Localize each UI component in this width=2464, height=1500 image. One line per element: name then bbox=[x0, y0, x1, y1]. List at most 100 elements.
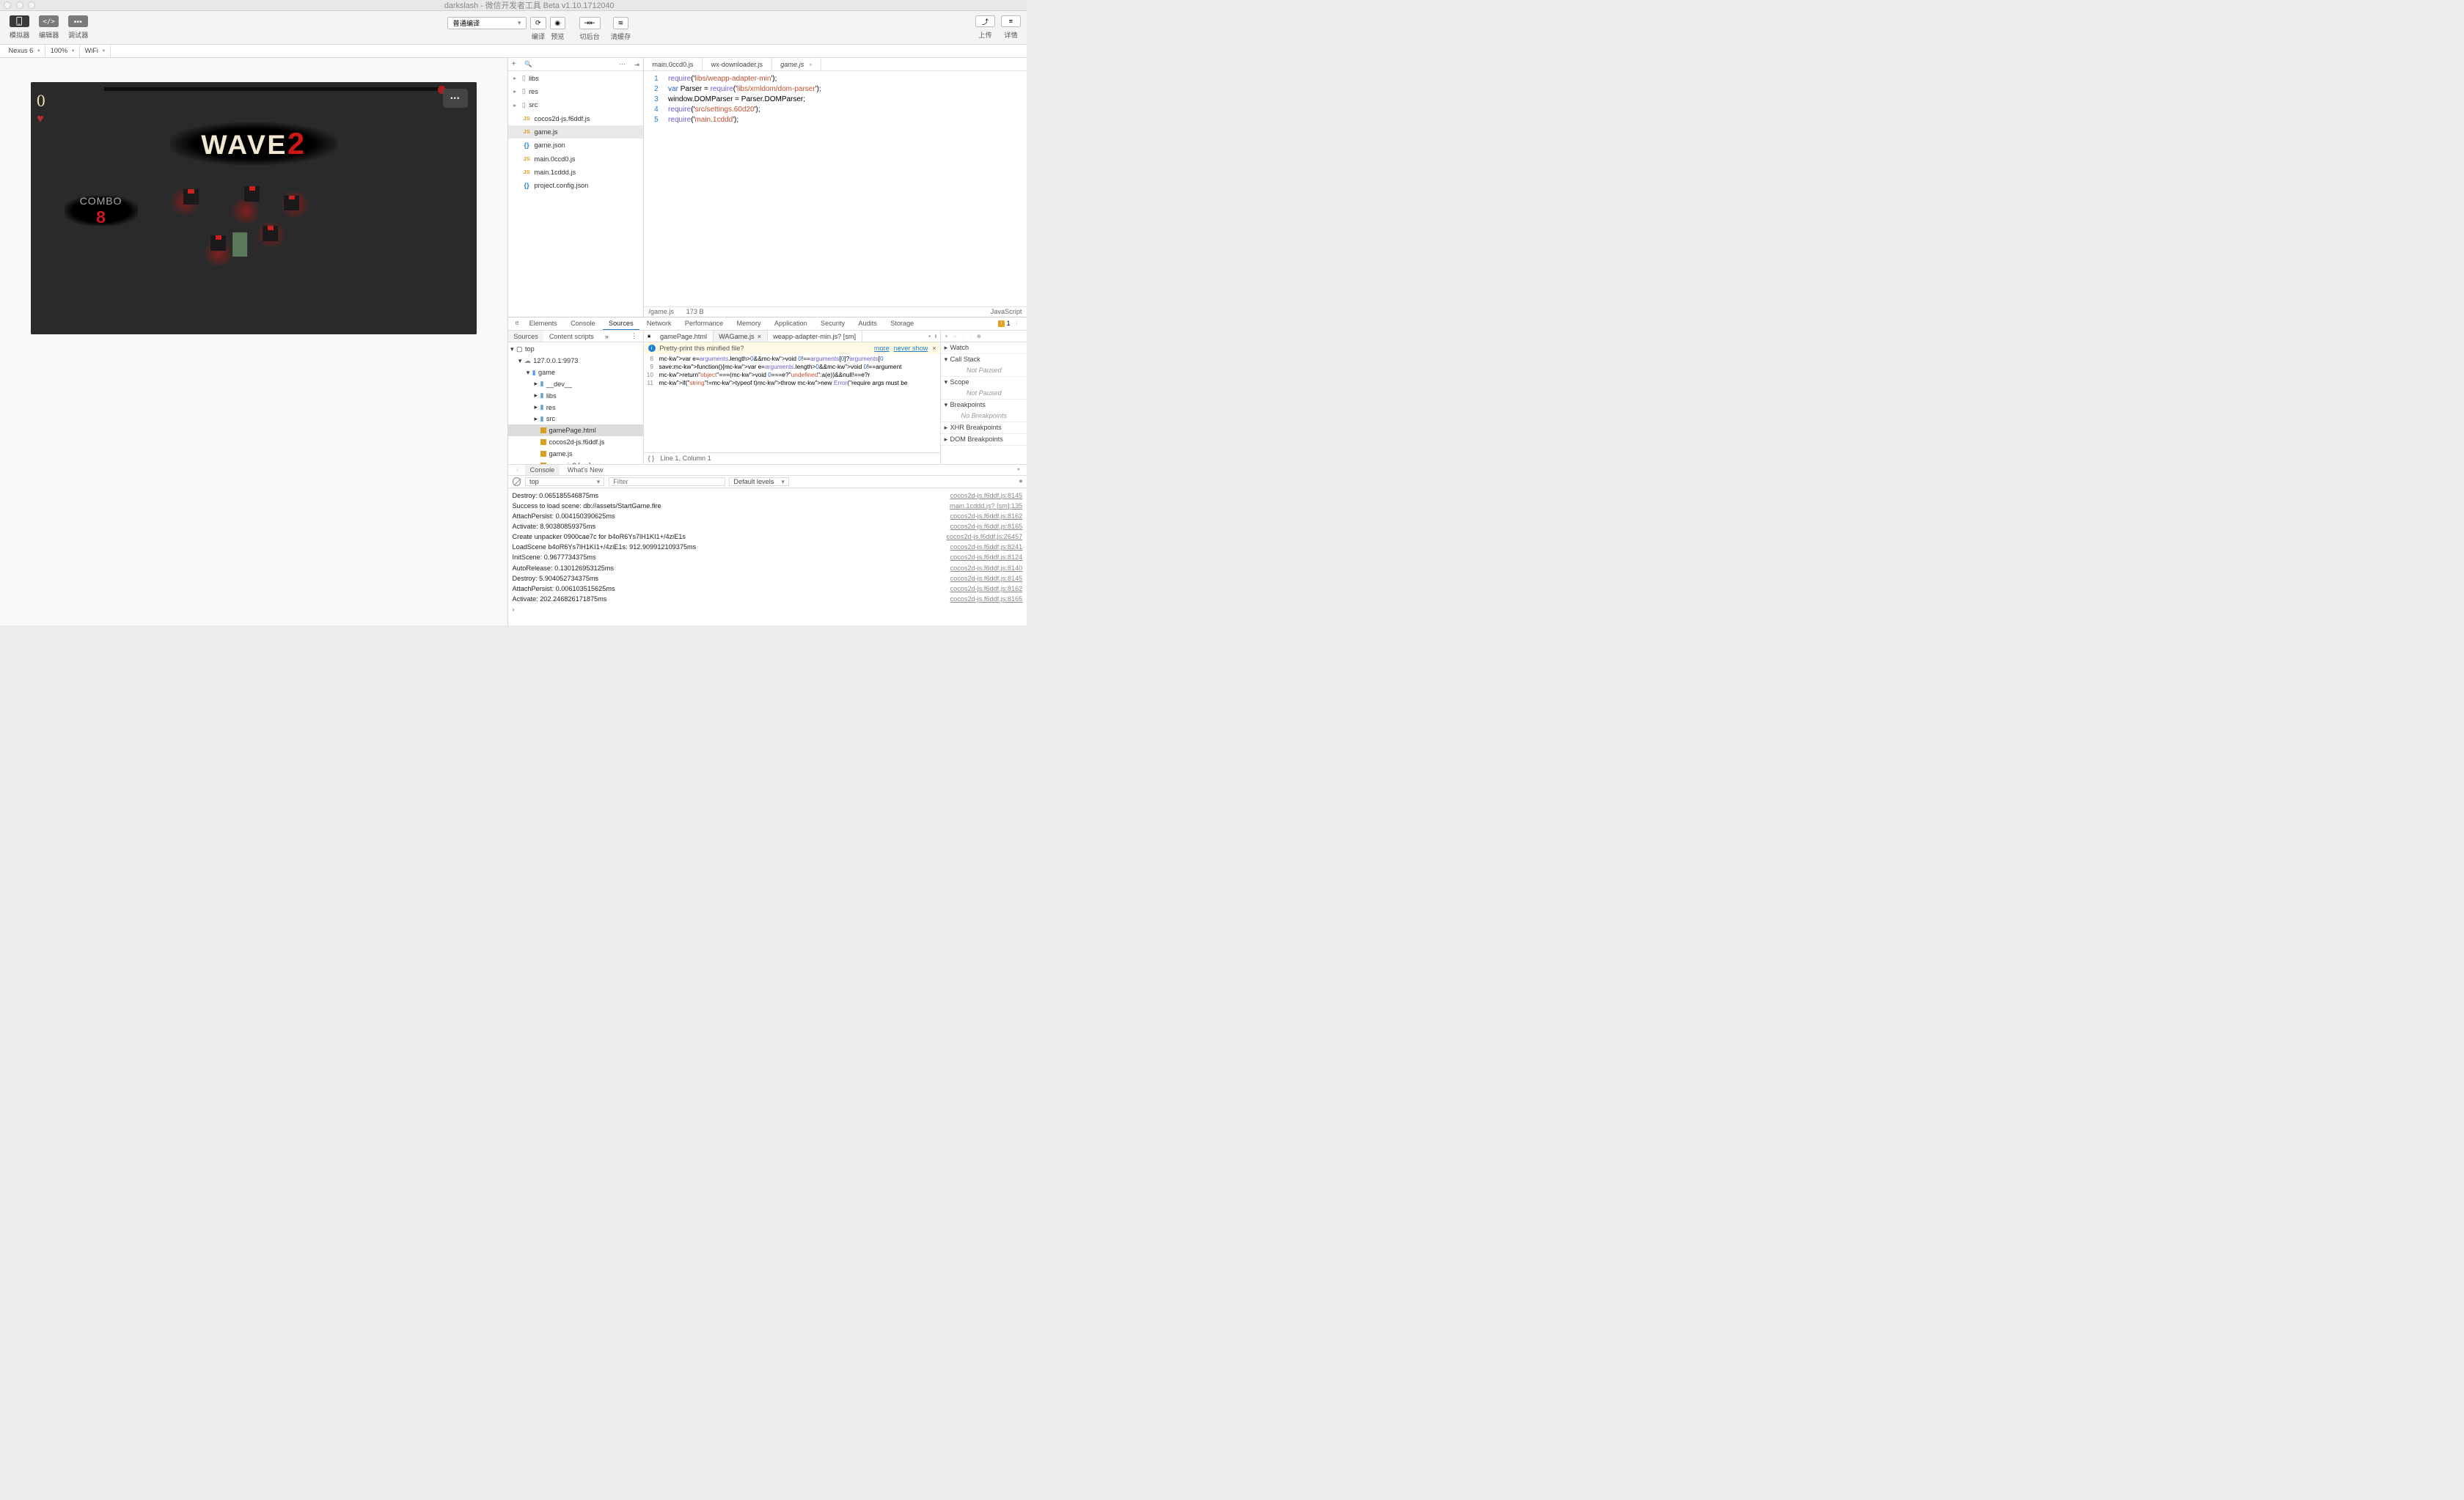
debug-section-head[interactable]: ▾Scope bbox=[941, 377, 1027, 388]
tree-row[interactable]: ▾☁127.0.0.1:9973 bbox=[508, 355, 643, 367]
editor-tab[interactable]: wx-downloader.js bbox=[703, 58, 772, 70]
deactivate-bp-icon[interactable]: ⬤ bbox=[977, 334, 981, 339]
step-over-icon[interactable]: ⤻ bbox=[953, 334, 956, 339]
tree-row[interactable]: ▾▢top bbox=[508, 344, 643, 356]
devtools-tab-console[interactable]: Console bbox=[565, 317, 601, 330]
more-icon[interactable]: ⋮ bbox=[1011, 317, 1022, 330]
log-row[interactable]: Create unpacker 0900cae7c for b4oR6Ys7lH… bbox=[513, 532, 1023, 542]
debug-section-head[interactable]: ▾Breakpoints bbox=[941, 400, 1027, 411]
log-row[interactable]: InitScene: 0.9677734375mscocos2d-js.f6dd… bbox=[513, 552, 1023, 562]
compile-button[interactable]: ⟳ bbox=[530, 17, 546, 29]
collapse-icon[interactable]: ⇥ bbox=[634, 61, 639, 68]
new-file-icon[interactable]: + bbox=[512, 60, 516, 68]
devtools-tab-security[interactable]: Security bbox=[815, 317, 851, 330]
preview-button[interactable]: ◉ bbox=[550, 17, 566, 29]
more-icon[interactable]: ⋮ bbox=[513, 465, 522, 476]
background-button[interactable]: ⇥⇤ bbox=[579, 17, 601, 29]
context-select[interactable]: top▾ bbox=[525, 477, 604, 487]
clear-console-icon[interactable] bbox=[513, 477, 521, 486]
tree-row[interactable]: gamePage.html bbox=[508, 424, 643, 436]
pretty-more-link[interactable]: more bbox=[874, 345, 890, 352]
console-body[interactable]: Destroy: 0.065185546875mscocos2d-js.f6dd… bbox=[508, 488, 1027, 625]
close-icon[interactable]: × bbox=[932, 345, 936, 352]
tree-row[interactable]: ▸▮libs bbox=[508, 390, 643, 402]
log-source-link[interactable]: cocos2d-js.f6ddf.js:8165 bbox=[950, 595, 1023, 603]
file-item[interactable]: JSmain.1cddd.js bbox=[508, 166, 643, 179]
folder-item[interactable]: ▸▯libs bbox=[508, 71, 643, 84]
log-row[interactable]: AttachPersist: 0.006103515625mscocos2d-j… bbox=[513, 584, 1023, 594]
game-menu-button[interactable]: ••• bbox=[443, 89, 467, 109]
log-row[interactable]: AttachPersist: 0.004150390625mscocos2d-j… bbox=[513, 511, 1023, 521]
code-body[interactable]: 12345 require('libs/weapp-adapter-min');… bbox=[644, 71, 1027, 306]
devtools-tab-network[interactable]: Network bbox=[641, 317, 678, 330]
simulator-button[interactable]: 模拟器 bbox=[6, 15, 33, 40]
log-source-link[interactable]: cocos2d-js.f6ddf.js:8162 bbox=[950, 512, 1023, 520]
sidebar-icon[interactable]: ▯ bbox=[935, 334, 937, 339]
zoom-select[interactable]: 100%▾ bbox=[45, 45, 80, 57]
step-out-icon[interactable]: ↑ bbox=[969, 334, 972, 339]
devtools-tab-storage[interactable]: Storage bbox=[884, 317, 920, 330]
tree-row[interactable]: ▸▮src bbox=[508, 413, 643, 425]
search-icon[interactable]: 🔍 bbox=[524, 60, 532, 68]
debug-section-head[interactable]: ▸DOM Breakpoints bbox=[941, 434, 1027, 445]
devtools-tab-elements[interactable]: Elements bbox=[523, 317, 563, 330]
debugger-button[interactable]: 调试器 bbox=[65, 15, 92, 40]
log-source-link[interactable]: cocos2d-js.f6ddf.js:8241 bbox=[950, 543, 1023, 551]
log-row[interactable]: Activate: 8.90380859375mscocos2d-js.f6dd… bbox=[513, 521, 1023, 532]
source-file-tab[interactable]: WAGame.js× bbox=[714, 331, 768, 342]
step-into-icon[interactable]: ↓ bbox=[962, 334, 964, 339]
pretty-never-link[interactable]: never show bbox=[894, 345, 928, 352]
compile-mode-select[interactable]: 普通编译 ▾ bbox=[447, 17, 527, 29]
log-row[interactable]: LoadScene b4oR6Ys7lH1KI1+/4ziE1s: 912.90… bbox=[513, 542, 1023, 552]
close-icon[interactable]: × bbox=[758, 333, 761, 340]
log-source-link[interactable]: cocos2d-js.f6ddf.js:8165 bbox=[950, 523, 1023, 530]
log-source-link[interactable]: cocos2d-js.f6ddf.js:8145 bbox=[950, 492, 1023, 499]
devtools-tab-application[interactable]: Application bbox=[769, 317, 813, 330]
close-icon[interactable]: × bbox=[1014, 465, 1022, 476]
file-item[interactable]: JSmain.0ccd0.js bbox=[508, 152, 643, 165]
debug-section-head[interactable]: ▸XHR Breakpoints bbox=[941, 422, 1027, 433]
game-screen[interactable]: 0 ♥ ••• WAVE2 COMBO 8 bbox=[31, 82, 477, 334]
overflow-icon[interactable]: » bbox=[928, 334, 931, 339]
warning-count[interactable]: !1 bbox=[998, 317, 1011, 330]
inspect-icon[interactable]: ◰ bbox=[513, 317, 522, 330]
log-row[interactable]: AutoRelease: 0.130126953125mscocos2d-js.… bbox=[513, 563, 1023, 573]
more-icon[interactable]: ⋮ bbox=[626, 331, 643, 342]
tree-row[interactable]: game.js bbox=[508, 448, 643, 460]
debug-section-head[interactable]: ▾Call Stack bbox=[941, 354, 1027, 365]
devtools-tab-sources[interactable]: Sources bbox=[603, 317, 639, 330]
tree-row[interactable]: ▾▮game bbox=[508, 367, 643, 378]
device-select[interactable]: Nexus 6▾ bbox=[4, 45, 45, 57]
pause-icon[interactable]: ⏸ bbox=[945, 334, 947, 339]
clear-cache-button[interactable]: ≋ bbox=[613, 17, 628, 29]
overflow-icon[interactable]: » bbox=[599, 331, 614, 342]
log-source-link[interactable]: main.1cddd.js? [sm]:135 bbox=[950, 502, 1022, 510]
source-file-tab[interactable]: gamePage.html bbox=[654, 331, 713, 342]
log-source-link[interactable]: cocos2d-js.f6ddf.js:8140 bbox=[950, 565, 1023, 572]
more-icon[interactable]: ⋯ bbox=[619, 60, 626, 68]
log-source-link[interactable]: cocos2d-js.f6ddf.js:26457 bbox=[946, 533, 1022, 540]
traffic-minimize[interactable] bbox=[16, 1, 23, 9]
file-item[interactable]: {}game.json bbox=[508, 139, 643, 152]
sources-subtab[interactable]: Content scripts bbox=[543, 331, 599, 342]
log-source-link[interactable]: cocos2d-js.f6ddf.js:8145 bbox=[950, 575, 1023, 582]
filter-input[interactable] bbox=[609, 477, 725, 487]
log-row[interactable]: Activate: 202.246826171875mscocos2d-js.f… bbox=[513, 594, 1023, 604]
folder-item[interactable]: ▸▯src bbox=[508, 98, 643, 111]
close-icon[interactable]: × bbox=[809, 61, 813, 68]
traffic-zoom[interactable] bbox=[28, 1, 35, 9]
sources-subtab[interactable]: Sources bbox=[508, 331, 544, 342]
log-source-link[interactable]: cocos2d-js.f6ddf.js:8124 bbox=[950, 554, 1023, 561]
format-icon[interactable]: { } bbox=[648, 455, 655, 462]
log-row[interactable]: Destroy: 5.904052734375mscocos2d-js.f6dd… bbox=[513, 573, 1023, 584]
editor-button[interactable]: </> 编辑器 bbox=[35, 15, 62, 40]
traffic-close[interactable] bbox=[4, 1, 11, 9]
file-item[interactable]: JScocos2d-js.f6ddf.js bbox=[508, 111, 643, 125]
devtools-tab-memory[interactable]: Memory bbox=[730, 317, 767, 330]
devtools-tab-audits[interactable]: Audits bbox=[852, 317, 883, 330]
log-row[interactable]: Success to load scene: db://assets/Start… bbox=[513, 501, 1023, 511]
network-select[interactable]: WiFi▾ bbox=[80, 45, 111, 57]
devtools-tab-performance[interactable]: Performance bbox=[678, 317, 729, 330]
log-source-link[interactable]: cocos2d-js.f6ddf.js:8162 bbox=[950, 585, 1023, 592]
tree-row[interactable]: cocos2d-js.f6ddf.js bbox=[508, 436, 643, 448]
